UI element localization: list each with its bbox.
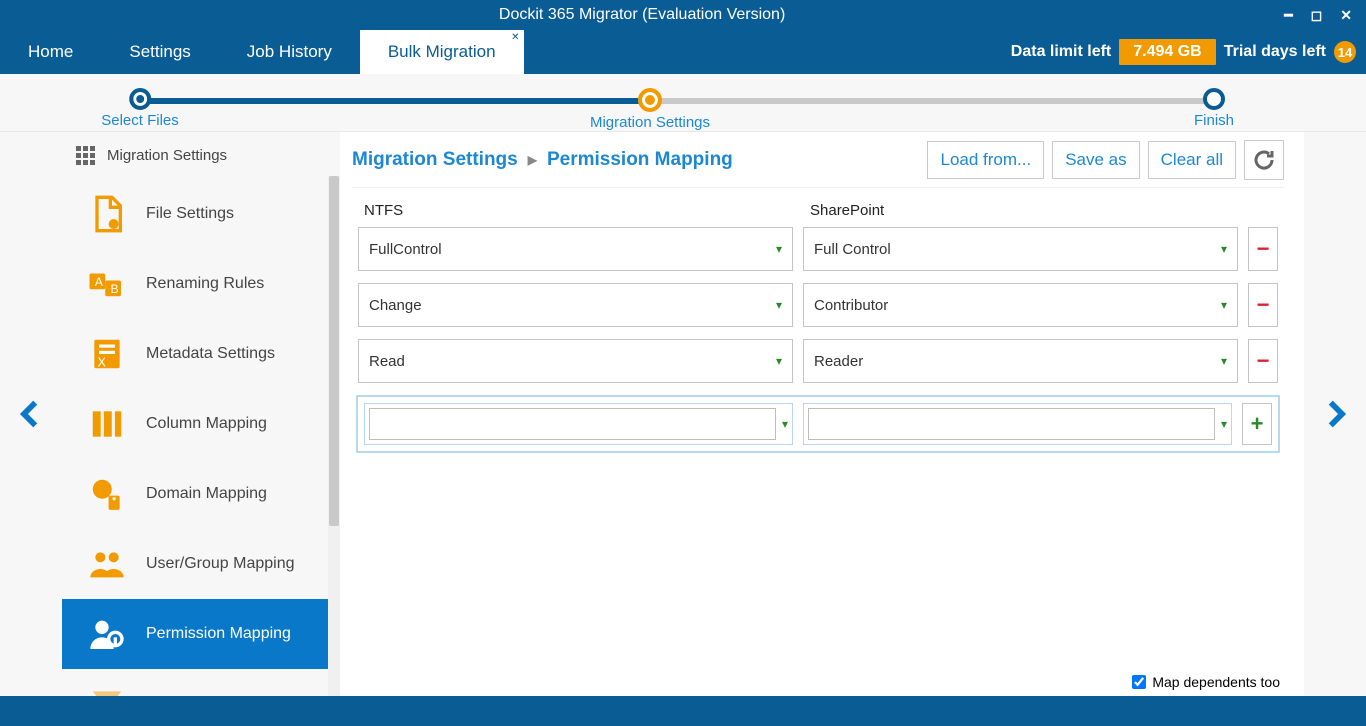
sidebar-header: Migration Settings xyxy=(107,147,227,164)
sidebar-scrollbar[interactable] xyxy=(328,176,340,696)
file-icon xyxy=(86,193,128,235)
chevron-down-icon: ▾ xyxy=(776,354,782,368)
metadata-icon: X xyxy=(86,333,128,375)
chevron-down-icon: ▾ xyxy=(776,242,782,256)
sharepoint-input[interactable]: ▾ xyxy=(803,403,1232,445)
chevron-down-icon: ▾ xyxy=(1221,417,1227,431)
filter-icon xyxy=(86,683,128,696)
tab-settings[interactable]: Settings xyxy=(101,30,218,74)
close-icon[interactable]: ✕ xyxy=(1340,7,1352,24)
map-dependents-checkbox[interactable] xyxy=(1132,675,1146,689)
tab-bulk-migration[interactable]: Bulk Migration ✕ xyxy=(360,30,524,74)
sidebar-item-renaming-rules[interactable]: AB Renaming Rules xyxy=(62,249,340,319)
chevron-right-icon: ▶ xyxy=(528,153,537,167)
permission-icon xyxy=(86,613,128,655)
step-finish[interactable]: Finish xyxy=(1194,88,1234,129)
trial-days-label: Trial days left xyxy=(1224,43,1326,61)
sharepoint-text-input[interactable] xyxy=(808,408,1215,440)
map-dependents-label: Map dependents too xyxy=(1152,674,1280,690)
load-from-button[interactable]: Load from... xyxy=(927,141,1044,179)
ntfs-select[interactable]: FullControl▾ xyxy=(358,227,793,271)
ntfs-input[interactable]: ▾ xyxy=(364,403,793,445)
tab-home[interactable]: Home xyxy=(0,30,101,74)
rename-icon: AB xyxy=(86,263,128,305)
column-header-sharepoint: SharePoint xyxy=(810,202,1246,219)
chevron-down-icon: ▾ xyxy=(1221,242,1227,256)
sharepoint-select[interactable]: Reader▾ xyxy=(803,339,1238,383)
window-title: Dockit 365 Migrator (Evaluation Version) xyxy=(0,6,1284,24)
sidebar-item-user-group-mapping[interactable]: User/Group Mapping xyxy=(62,529,340,599)
remove-row-button[interactable]: − xyxy=(1248,227,1278,271)
mapping-row: FullControl▾ Full Control▾ − xyxy=(352,227,1284,271)
data-limit-label: Data limit left xyxy=(1011,43,1111,61)
mapping-row: Read▾ Reader▾ − xyxy=(352,339,1284,383)
previous-button[interactable] xyxy=(0,132,62,696)
trial-days-value: 14 xyxy=(1334,41,1356,63)
sidebar-item-file-settings[interactable]: File Settings xyxy=(62,179,340,249)
sharepoint-select[interactable]: Contributor▾ xyxy=(803,283,1238,327)
next-button[interactable] xyxy=(1304,132,1366,696)
ntfs-text-input[interactable] xyxy=(369,408,776,440)
sidebar-item-metadata-settings[interactable]: X Metadata Settings xyxy=(62,319,340,389)
svg-text:A: A xyxy=(95,275,104,289)
step-select-files[interactable]: Select Files xyxy=(101,88,179,129)
sharepoint-select[interactable]: Full Control▾ xyxy=(803,227,1238,271)
refresh-button[interactable] xyxy=(1244,140,1284,180)
tab-close-icon[interactable]: ✕ xyxy=(511,32,519,43)
remove-row-button[interactable]: − xyxy=(1248,283,1278,327)
step-migration-settings[interactable]: Migration Settings xyxy=(590,88,710,131)
users-icon xyxy=(86,543,128,585)
sidebar-item-permission-mapping[interactable]: Permission Mapping xyxy=(62,599,340,669)
sidebar-item-column-mapping[interactable]: Column Mapping xyxy=(62,389,340,459)
clear-all-button[interactable]: Clear all xyxy=(1148,141,1236,179)
svg-text:X: X xyxy=(98,356,107,370)
sidebar-item-filter-condition[interactable]: Filter Condition xyxy=(62,669,340,696)
breadcrumb: Migration Settings ▶ Permission Mapping xyxy=(352,149,733,171)
ntfs-select[interactable]: Read▾ xyxy=(358,339,793,383)
apps-icon xyxy=(76,146,95,165)
domain-icon xyxy=(86,473,128,515)
chevron-down-icon: ▾ xyxy=(1221,298,1227,312)
maximize-icon[interactable]: ◻ xyxy=(1311,7,1323,24)
minimize-icon[interactable]: ━ xyxy=(1284,7,1292,24)
mapping-row: Change▾ Contributor▾ − xyxy=(352,283,1284,327)
data-limit-value: 7.494 GB xyxy=(1119,39,1215,65)
chevron-down-icon: ▾ xyxy=(1221,354,1227,368)
new-mapping-row: ▾ ▾ + xyxy=(356,395,1280,453)
ntfs-select[interactable]: Change▾ xyxy=(358,283,793,327)
svg-text:B: B xyxy=(111,282,119,296)
chevron-down-icon: ▾ xyxy=(776,298,782,312)
sidebar-item-domain-mapping[interactable]: Domain Mapping xyxy=(62,459,340,529)
column-header-ntfs: NTFS xyxy=(364,202,800,219)
add-row-button[interactable]: + xyxy=(1242,403,1272,445)
column-icon xyxy=(86,403,128,445)
chevron-down-icon: ▾ xyxy=(782,417,788,431)
save-as-button[interactable]: Save as xyxy=(1052,141,1139,179)
tab-job-history[interactable]: Job History xyxy=(219,30,360,74)
remove-row-button[interactable]: − xyxy=(1248,339,1278,383)
